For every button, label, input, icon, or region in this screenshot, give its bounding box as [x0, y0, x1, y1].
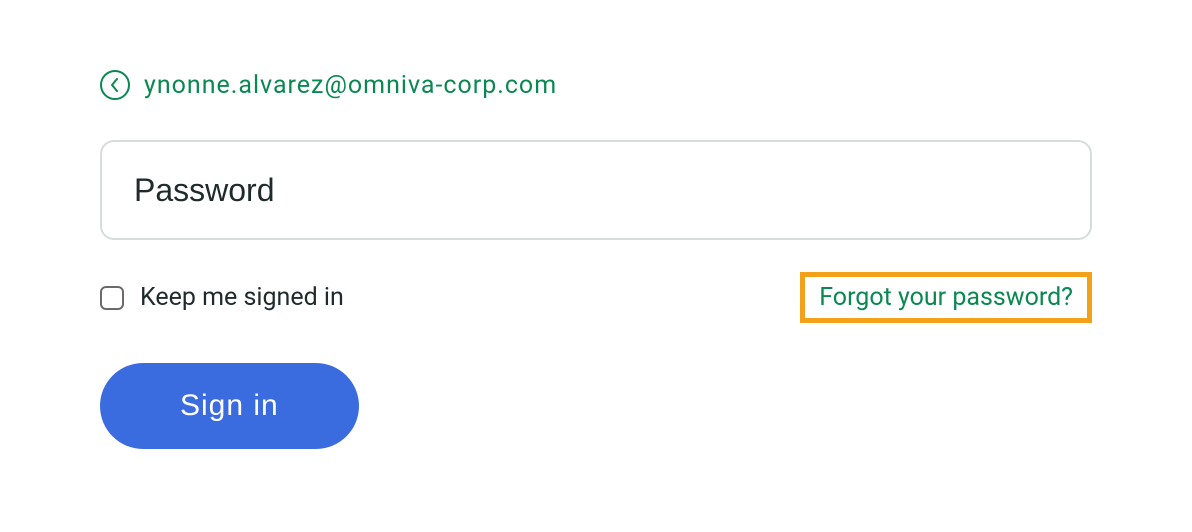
keep-signed-in-checkbox[interactable] [100, 286, 124, 310]
keep-signed-in-label[interactable]: Keep me signed in [100, 283, 344, 312]
account-email-row: ynonne.alvarez@omniva-corp.com [100, 70, 1092, 100]
password-input[interactable] [100, 140, 1092, 240]
back-icon[interactable] [100, 70, 130, 100]
forgot-password-link[interactable]: Forgot your password? [819, 283, 1073, 312]
forgot-password-highlight: Forgot your password? [800, 272, 1092, 323]
account-email: ynonne.alvarez@omniva-corp.com [144, 71, 557, 100]
sign-in-button[interactable]: Sign in [100, 363, 359, 449]
options-row: Keep me signed in Forgot your password? [100, 272, 1092, 323]
keep-signed-in-text: Keep me signed in [140, 283, 344, 312]
